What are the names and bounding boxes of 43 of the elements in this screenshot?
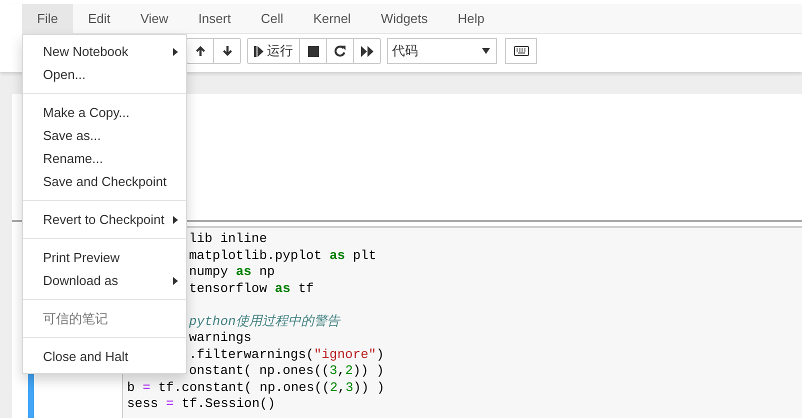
menu-item[interactable]: Edit <box>72 4 126 33</box>
stop-icon <box>308 46 318 56</box>
menu-item[interactable]: File <box>22 4 73 33</box>
caret-icon <box>482 48 490 54</box>
restart-button[interactable] <box>326 38 354 64</box>
menu-item[interactable]: Widgets <box>366 4 443 33</box>
keyboard-shortcuts-button[interactable] <box>505 38 537 64</box>
code-line: tensorflow as tf <box>189 280 314 297</box>
code-line: lib inline <box>189 231 268 248</box>
fast-forward-button[interactable] <box>353 38 381 64</box>
menu-item[interactable]: Open... <box>23 63 186 86</box>
code-line: sess = tf.Session() <box>127 396 276 412</box>
fast-forward-icon <box>360 46 374 56</box>
move-up-button[interactable] <box>186 38 214 64</box>
down-arrow-icon <box>222 45 232 57</box>
menu-item[interactable]: Help <box>442 4 500 33</box>
menu-item[interactable]: Rename... <box>23 147 186 170</box>
menu-item[interactable]: Insert <box>183 4 246 33</box>
menu-item[interactable]: Make a Copy... <box>23 101 186 124</box>
code-line: onstant( np.ones((3,2)) ) <box>189 363 384 380</box>
code-line: matplotlib.pyplot as plt <box>189 248 376 264</box>
keyboard-icon <box>514 46 528 56</box>
menu-item[interactable]: Save and Checkpoint <box>23 170 186 193</box>
menu-item[interactable]: View <box>125 4 184 33</box>
code-line: b = tf.constant( np.ones((2,3)) ) <box>127 380 385 396</box>
code-line: python使用过程中的警告 <box>189 314 340 330</box>
restart-icon <box>334 45 346 57</box>
cell-type-select[interactable]: 代码 <box>387 38 497 64</box>
submenu-caret-icon <box>173 216 178 224</box>
menu-item[interactable]: Kernel <box>298 4 366 33</box>
stop-button[interactable] <box>299 38 327 64</box>
menu-item[interactable]: Cell <box>246 4 298 33</box>
submenu-caret-icon <box>173 48 178 56</box>
up-arrow-icon <box>194 45 206 57</box>
code-line: warnings <box>189 330 252 346</box>
code-line: numpy as np <box>189 264 275 280</box>
menu-item[interactable]: New Notebook <box>23 40 186 63</box>
move-down-button[interactable] <box>213 38 241 64</box>
code-line: .filterwarnings("ignore") <box>189 346 384 363</box>
step-forward-icon <box>254 46 264 56</box>
menu-item[interactable]: Save as... <box>23 124 186 147</box>
submenu-caret-icon <box>173 276 178 284</box>
run-button[interactable]: 运行 <box>247 38 300 64</box>
